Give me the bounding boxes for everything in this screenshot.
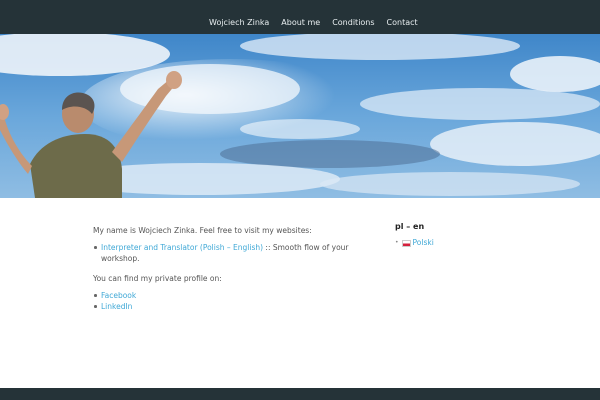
profile-intro-text: You can find my private profile on:: [93, 274, 222, 283]
hero-banner-image: [0, 34, 600, 198]
nav-menu: Wojciech Zinka About me Conditions Conta…: [209, 12, 418, 30]
language-sidebar: pl – en • Polski: [395, 222, 515, 248]
sidebar-title: pl – en: [395, 222, 425, 231]
list-item: Interpreter and Translator (Polish – Eng…: [94, 242, 353, 264]
nav-item-about[interactable]: About me: [281, 18, 320, 27]
intro-text: My name is Wojciech Zinka. Feel free to …: [93, 226, 312, 235]
language-list: • Polski: [395, 238, 515, 248]
top-navigation: Wojciech Zinka About me Conditions Conta…: [0, 0, 600, 34]
website-link-translator[interactable]: Interpreter and Translator (Polish – Eng…: [101, 243, 263, 252]
websites-list: Interpreter and Translator (Polish – Eng…: [93, 242, 353, 264]
main-content: My name is Wojciech Zinka. Feel free to …: [93, 226, 353, 312]
language-link-polish[interactable]: Polski: [413, 238, 434, 248]
language-item-polish: • Polski: [395, 238, 515, 248]
profiles-list: Facebook LinkedIn: [93, 290, 353, 312]
list-item: LinkedIn: [94, 301, 353, 312]
nav-item-conditions[interactable]: Conditions: [332, 18, 374, 27]
linkedin-link[interactable]: LinkedIn: [101, 302, 132, 311]
nav-item-contact[interactable]: Contact: [387, 18, 418, 27]
nav-item-home[interactable]: Wojciech Zinka: [209, 18, 269, 27]
facebook-link[interactable]: Facebook: [101, 291, 136, 300]
polish-flag-icon: [401, 239, 411, 247]
list-item: Facebook: [94, 290, 353, 301]
sky-photo: [0, 34, 600, 198]
page-footer: [0, 388, 600, 400]
bullet-icon: •: [395, 239, 399, 246]
